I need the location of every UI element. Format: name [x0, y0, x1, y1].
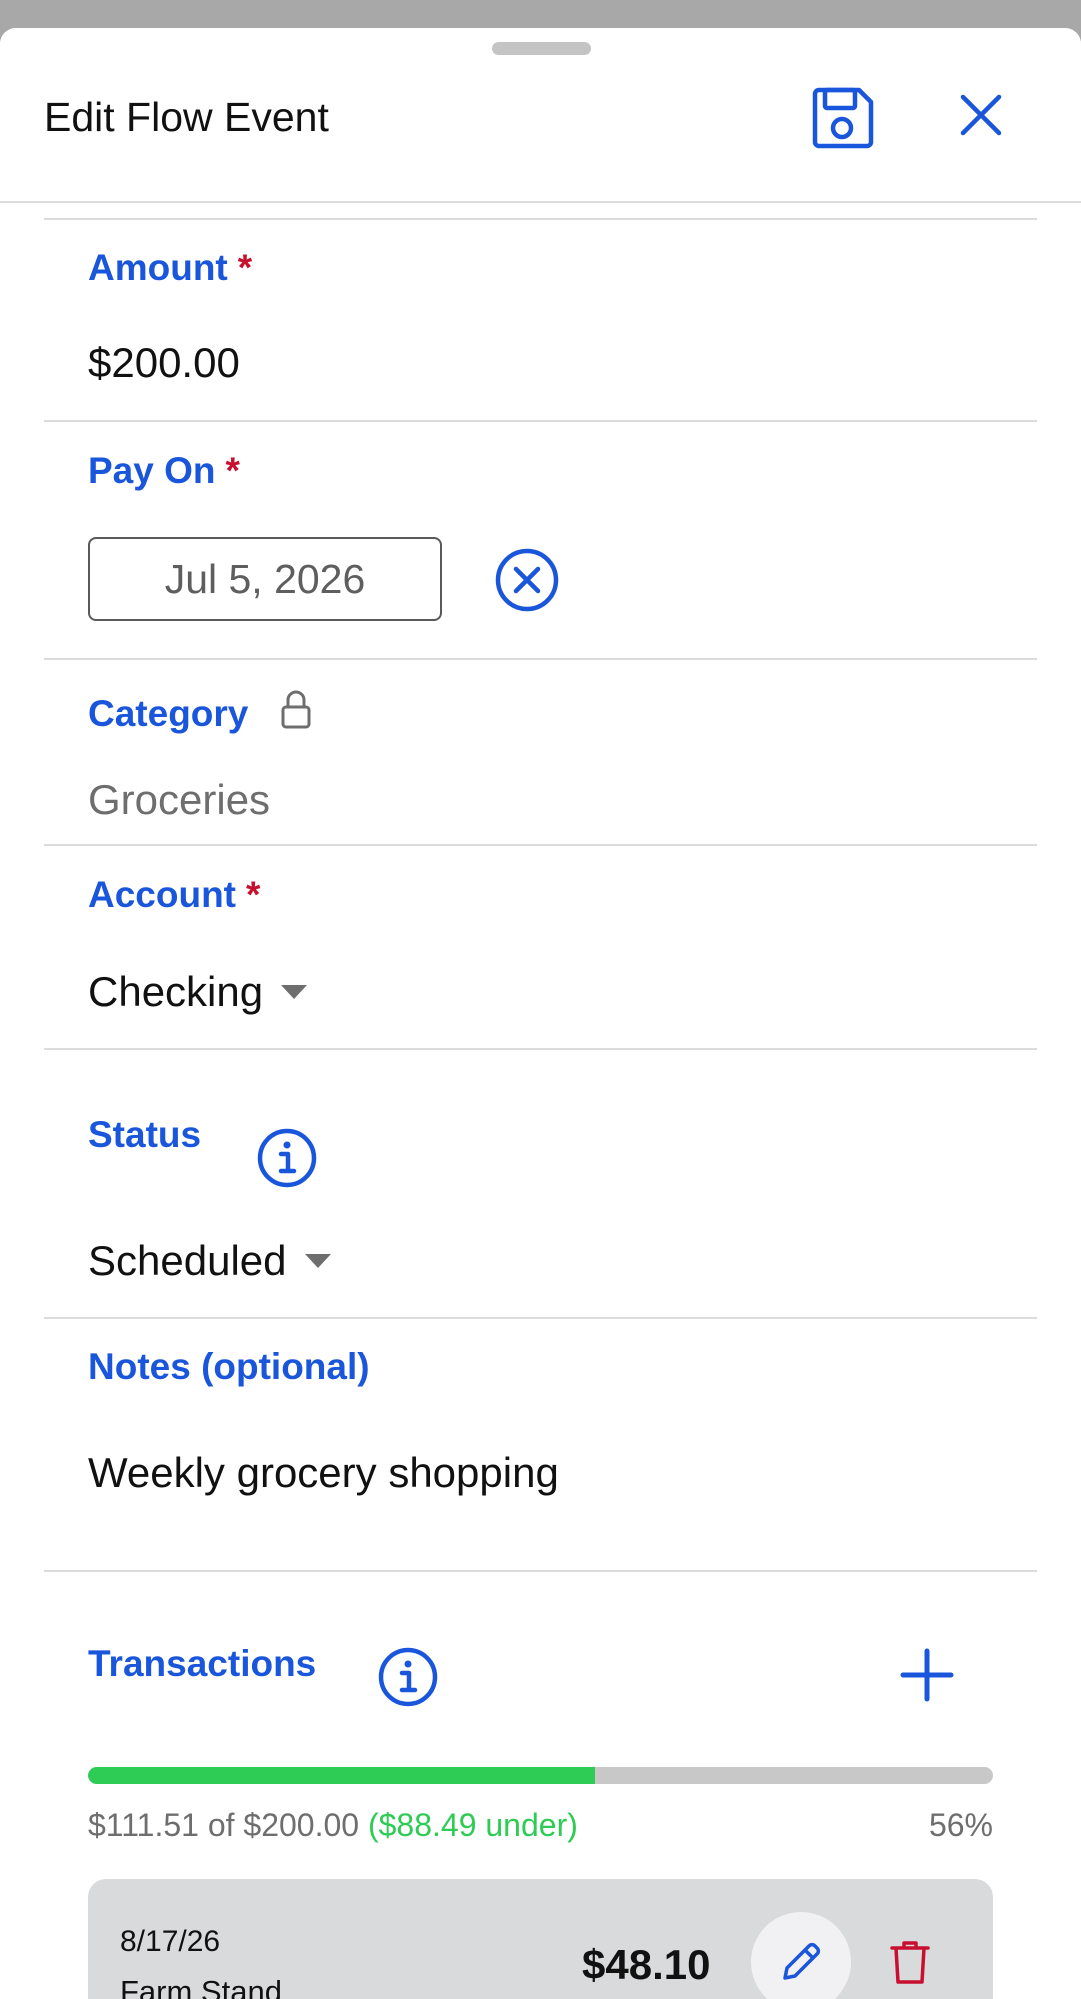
x-close-icon: [960, 94, 1002, 136]
category-label-text: Category: [88, 693, 249, 734]
save-button[interactable]: [802, 79, 882, 159]
transactions-info-icon[interactable]: [377, 1646, 439, 1708]
circle-x-icon: [495, 548, 559, 612]
amount-label-text: Amount: [88, 247, 228, 288]
required-mark: *: [237, 247, 253, 288]
under-text: ($88.49 under): [367, 1807, 578, 1843]
transaction-card[interactable]: 8/17/26 Farm Stand $48.10: [88, 1879, 993, 1999]
divider: [44, 218, 1037, 220]
trash-icon: [890, 1941, 930, 1984]
edit-transaction-button[interactable]: [751, 1912, 851, 1999]
sheet-grabber-handle[interactable]: [492, 42, 591, 55]
transaction-payee: Farm Stand: [120, 1974, 282, 1999]
transactions-label: Transactions: [88, 1643, 317, 1684]
status-value: Scheduled: [88, 1237, 287, 1284]
close-button[interactable]: [950, 84, 1012, 146]
required-mark: *: [225, 450, 240, 491]
category-label: Category: [88, 688, 313, 735]
budget-progress-bar: [88, 1767, 993, 1784]
divider: [44, 1048, 1037, 1050]
status-label: Status: [88, 1114, 202, 1155]
floppy-disk-icon: [812, 87, 874, 149]
divider: [44, 658, 1037, 660]
add-transaction-button[interactable]: [896, 1644, 958, 1706]
divider: [44, 420, 1037, 422]
spent-text: $111.51 of $200.00: [88, 1807, 360, 1843]
plus-icon: [900, 1648, 954, 1702]
transaction-amount: $48.10: [582, 1941, 711, 1988]
pay-on-label: Pay On *: [88, 450, 240, 492]
account-label: Account *: [88, 874, 260, 916]
divider: [44, 844, 1037, 846]
sheet-header: Edit Flow Event: [0, 28, 1081, 203]
lock-icon: [281, 690, 311, 729]
account-value: Checking: [88, 968, 264, 1015]
notes-input[interactable]: Weekly grocery shopping: [88, 1449, 559, 1497]
dropdown-caret-icon: [281, 985, 308, 999]
notes-label: Notes (optional): [88, 1346, 370, 1387]
account-label-text: Account: [88, 874, 236, 915]
status-info-icon[interactable]: [256, 1127, 318, 1189]
budget-progress-text: $111.51 of $200.00 ($88.49 under): [88, 1807, 578, 1844]
budget-progress-fill: [88, 1767, 595, 1784]
pencil-icon: [783, 1942, 821, 1980]
transaction-date: 8/17/26: [120, 1925, 221, 1958]
edit-flow-event-sheet: Amount * $200.00 Pay On * Jul 5, 2026 Cate…: [0, 28, 1081, 1999]
dropdown-caret-icon: [304, 1254, 331, 1268]
status-dropdown[interactable]: Scheduled: [88, 1237, 331, 1285]
account-dropdown[interactable]: Checking: [88, 968, 308, 1016]
divider: [44, 1570, 1037, 1572]
budget-progress-percent: 56%: [928, 1807, 993, 1843]
clear-date-button[interactable]: [494, 547, 560, 613]
amount-label: Amount *: [88, 247, 252, 289]
pay-on-label-text: Pay On: [88, 450, 216, 491]
delete-transaction-button[interactable]: [885, 1934, 935, 1990]
pay-on-date-picker[interactable]: Jul 5, 2026: [88, 537, 442, 621]
amount-input[interactable]: $200.00: [88, 339, 240, 387]
page-title: Edit Flow Event: [44, 94, 329, 140]
category-value: Groceries: [88, 776, 271, 823]
divider: [44, 1317, 1037, 1319]
required-mark: *: [246, 874, 261, 915]
